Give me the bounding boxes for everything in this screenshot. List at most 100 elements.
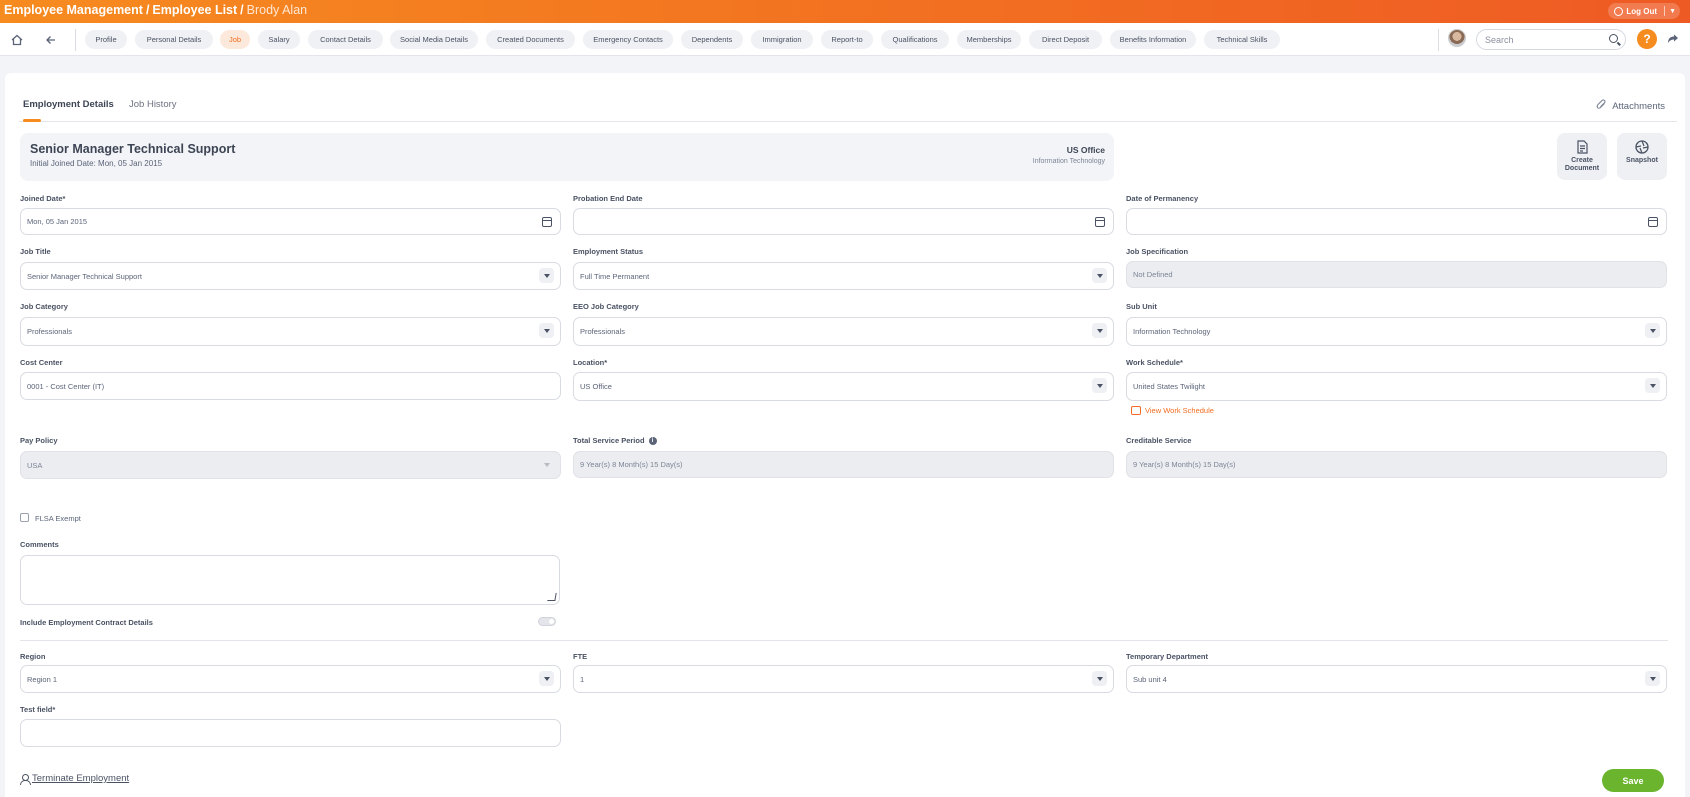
tab-report-to[interactable]: Report-to — [821, 30, 873, 49]
chevron-down-icon[interactable] — [539, 671, 554, 686]
include-contract-toggle[interactable] — [538, 617, 556, 626]
camera-shutter-icon — [1635, 140, 1649, 155]
job-category-label: Job Category — [20, 302, 68, 311]
schedule-icon — [1131, 406, 1141, 415]
resize-handle-icon[interactable] — [547, 593, 557, 601]
job-summary-panel: Senior Manager Technical Support Initial… — [20, 133, 1114, 181]
work-schedule-label: Work Schedule* — [1126, 358, 1183, 367]
breadcrumb-list[interactable]: Employee List — [152, 3, 237, 17]
breadcrumb-separator: / — [240, 3, 244, 17]
region-select[interactable]: Region 1 — [20, 665, 561, 693]
chevron-down-icon[interactable] — [1092, 323, 1107, 338]
calendar-icon[interactable] — [539, 214, 554, 229]
chevron-down-icon — [539, 457, 554, 472]
calendar-icon[interactable] — [1645, 214, 1660, 229]
summary-location: US Office — [1066, 145, 1105, 155]
logout-divider — [1664, 6, 1666, 16]
job-title-select[interactable]: Senior Manager Technical Support — [20, 262, 561, 290]
flsa-exempt-checkbox[interactable] — [20, 513, 29, 522]
avatar[interactable] — [1448, 29, 1466, 47]
tab-qualifications[interactable]: Qualifications — [881, 30, 949, 49]
eeo-job-category-label: EEO Job Category — [573, 302, 639, 311]
fte-label: FTE — [573, 652, 588, 661]
tab-memberships[interactable]: Memberships — [957, 30, 1021, 49]
tab-immigration[interactable]: Immigration — [751, 30, 813, 49]
chevron-down-icon[interactable] — [539, 268, 554, 283]
chevron-down-icon[interactable] — [1645, 323, 1660, 338]
sub-unit-label: Sub Unit — [1126, 302, 1157, 311]
comments-textarea[interactable] — [20, 555, 560, 605]
tab-personal-details[interactable]: Personal Details — [135, 30, 213, 49]
tab-contact-details[interactable]: Contact Details — [308, 30, 383, 49]
create-document-button[interactable]: Create Document — [1557, 133, 1607, 180]
breadcrumb-module[interactable]: Employee Management — [4, 3, 143, 17]
tab-technical-skills[interactable]: Technical Skills — [1204, 30, 1280, 49]
tab-benefits-information[interactable]: Benefits Information — [1110, 30, 1196, 49]
work-schedule-select[interactable]: United States Twilight — [1126, 372, 1667, 401]
tab-job-history[interactable]: Job History — [129, 99, 177, 110]
share-icon[interactable] — [1664, 30, 1682, 48]
employment-status-select[interactable]: Full Time Permanent — [573, 262, 1114, 290]
date-of-permanency-field[interactable] — [1126, 208, 1667, 235]
search-input[interactable] — [1477, 30, 1597, 50]
document-icon — [1575, 140, 1589, 155]
attachments-link[interactable]: Attachments — [1596, 99, 1665, 113]
tab-direct-deposit[interactable]: Direct Deposit — [1029, 30, 1102, 49]
job-specification-label: Job Specification — [1126, 247, 1189, 256]
location-select[interactable]: US Office — [573, 372, 1114, 401]
summary-job-title: Senior Manager Technical Support — [30, 142, 236, 156]
joined-date-field[interactable]: Mon, 05 Jan 2015 — [20, 208, 561, 235]
view-work-schedule-link[interactable]: View Work Schedule — [1131, 406, 1214, 415]
pay-policy-select: USA — [20, 451, 561, 479]
chevron-down-icon[interactable] — [539, 323, 554, 338]
tab-job[interactable]: Job — [220, 30, 250, 49]
job-category-select[interactable]: Professionals — [20, 317, 561, 346]
chevron-down-icon[interactable] — [1092, 378, 1107, 393]
location-label: Location* — [573, 358, 608, 367]
location-value: US Office — [580, 382, 612, 391]
sub-unit-select[interactable]: Information Technology — [1126, 317, 1667, 346]
fte-value: 1 — [580, 674, 585, 684]
cost-center-value: 0001 - Cost Center (IT) — [27, 381, 105, 391]
total-service-period-text: Total Service Period — [573, 436, 645, 445]
search-icon[interactable] — [1609, 34, 1618, 43]
region-label: Region — [20, 652, 46, 661]
tab-employment-details[interactable]: Employment Details — [23, 99, 114, 110]
cost-center-field[interactable]: 0001 - Cost Center (IT) — [20, 372, 561, 400]
comments-label: Comments — [20, 540, 59, 549]
tab-salary[interactable]: Salary — [258, 30, 300, 49]
chevron-down-icon[interactable]: ▼ — [1669, 8, 1676, 15]
logout-label: Log Out — [1626, 6, 1658, 16]
terminate-employment-link[interactable]: Terminate Employment — [20, 773, 129, 785]
divider — [75, 29, 76, 51]
fte-select[interactable]: 1 — [573, 665, 1114, 693]
logout-button[interactable]: Log Out ▼ — [1608, 3, 1680, 19]
back-arrow-icon[interactable] — [41, 30, 61, 50]
temporary-department-select[interactable]: Sub unit 4 — [1126, 665, 1667, 693]
probation-end-date-field[interactable] — [573, 208, 1114, 235]
tab-emergency-contacts[interactable]: Emergency Contacts — [583, 30, 673, 49]
chevron-down-icon[interactable] — [1645, 378, 1660, 393]
view-work-schedule-label: View Work Schedule — [1145, 406, 1214, 415]
tab-social-media-details[interactable]: Social Media Details — [390, 30, 478, 49]
tab-created-documents[interactable]: Created Documents — [486, 30, 575, 49]
creditable-service-value: 9 Year(s) 8 Month(s) 15 Day(s) — [1133, 460, 1236, 469]
breadcrumb: Employee Management / Employee List / Brody … — [4, 3, 307, 17]
save-button[interactable]: Save — [1602, 769, 1664, 792]
snapshot-button[interactable]: Snapshot — [1617, 133, 1667, 180]
chevron-down-icon[interactable] — [1092, 671, 1107, 686]
tab-dependents[interactable]: Dependents — [681, 30, 743, 49]
chevron-down-icon[interactable] — [1092, 268, 1107, 283]
include-contract-label: Include Employment Contract Details — [20, 618, 153, 627]
help-button[interactable]: ? — [1637, 29, 1657, 49]
eeo-job-category-select[interactable]: Professionals — [573, 317, 1114, 346]
calendar-icon[interactable] — [1092, 214, 1107, 229]
flsa-exempt-label: FLSA Exempt — [35, 514, 81, 523]
tab-profile[interactable]: Profile — [85, 30, 127, 49]
job-specification-value: Not Defined — [1133, 270, 1173, 279]
chevron-down-icon[interactable] — [1645, 671, 1660, 686]
summary-department: Information Technology — [1032, 158, 1105, 165]
info-icon[interactable]: i — [648, 437, 657, 446]
home-icon[interactable] — [7, 30, 27, 50]
test-field-input[interactable] — [20, 719, 561, 747]
